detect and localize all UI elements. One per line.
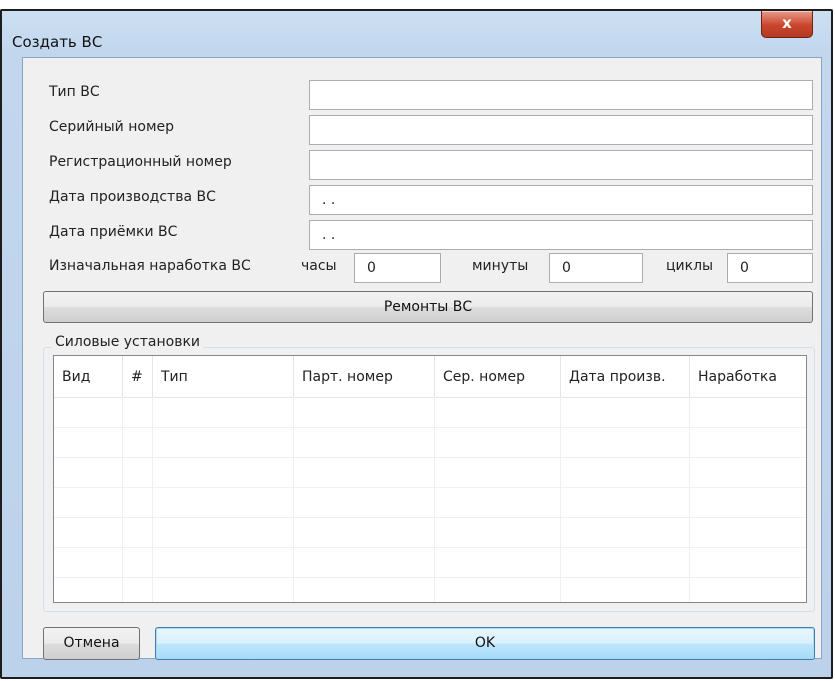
serial-number-label: Серийный номер <box>49 119 175 135</box>
aircraft-type-label: Тип ВС <box>49 84 100 100</box>
acceptance-date-label: Дата приёмки ВС <box>49 224 178 240</box>
production-date-input[interactable]: . . <box>309 185 813 215</box>
column-header-operating-time[interactable]: Наработка <box>690 356 806 397</box>
repairs-button[interactable]: Ремонты ВС <box>43 291 813 323</box>
column-header-production-date[interactable]: Дата произв. <box>561 356 690 397</box>
minutes-label: минуты <box>472 258 529 274</box>
close-icon: x <box>782 14 792 32</box>
cycles-input[interactable]: 0 <box>727 253 813 283</box>
close-button[interactable]: x <box>761 11 813 38</box>
row-divider <box>54 427 806 428</box>
registration-number-label: Регистрационный номер <box>49 154 232 170</box>
ok-button[interactable]: OK <box>155 627 815 660</box>
column-header-serial-number[interactable]: Сер. номер <box>435 356 561 397</box>
minutes-input[interactable]: 0 <box>549 253 643 283</box>
row-divider <box>54 547 806 548</box>
hours-input[interactable]: 0 <box>354 253 441 283</box>
window-title: Создать ВС <box>12 33 103 51</box>
column-header-type[interactable]: Тип <box>153 356 294 397</box>
title-bar: Создать ВС x <box>2 11 831 61</box>
registration-number-input[interactable] <box>309 150 813 180</box>
row-divider <box>54 517 806 518</box>
row-divider <box>54 487 806 488</box>
column-header-part-number[interactable]: Парт. номер <box>294 356 435 397</box>
dialog-body: Тип ВС Серийный номер Регистрационный но… <box>22 57 822 660</box>
power-units-group-title: Силовые установки <box>52 334 203 350</box>
hours-label: часы <box>301 258 337 274</box>
row-divider <box>54 457 806 458</box>
acceptance-date-input[interactable]: . . <box>309 220 813 250</box>
column-header-number[interactable]: # <box>123 356 153 397</box>
column-header-kind[interactable]: Вид <box>54 356 123 397</box>
cancel-button[interactable]: Отмена <box>43 627 140 660</box>
power-units-table[interactable]: Вид # Тип Парт. номер Сер. номер Дата пр… <box>53 355 807 603</box>
aircraft-type-input[interactable] <box>309 80 813 110</box>
table-header: Вид # Тип Парт. номер Сер. номер Дата пр… <box>54 356 806 398</box>
serial-number-input[interactable] <box>309 115 813 145</box>
row-divider <box>54 577 806 578</box>
cycles-label: циклы <box>666 258 714 274</box>
create-aircraft-dialog: Создать ВС x Тип ВС Серийный номер Регис… <box>0 9 833 679</box>
initial-operating-time-label: Изначальная наработка ВС <box>49 258 251 274</box>
production-date-label: Дата производства ВС <box>49 189 216 205</box>
